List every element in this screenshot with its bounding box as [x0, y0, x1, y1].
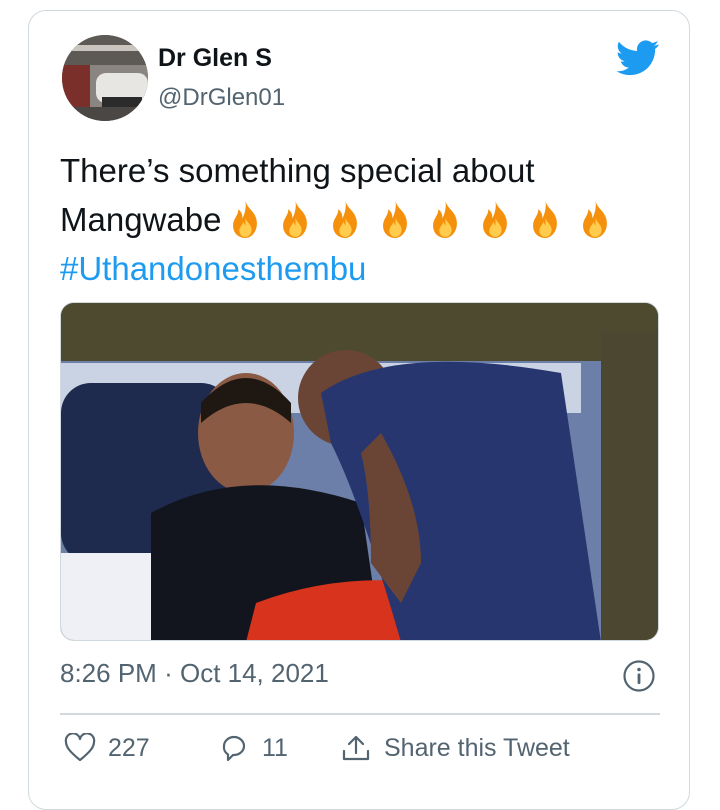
- tweet-timestamp[interactable]: 8:26 PM · Oct 14, 2021: [60, 658, 329, 689]
- tweet-text-line2: Mangwabe: [60, 195, 660, 244]
- tweet-text: There’s something special about Mangwabe…: [60, 146, 660, 293]
- reply-count: 11: [262, 733, 288, 762]
- tweet-time: 8:26 PM: [60, 658, 157, 688]
- reply-button[interactable]: 11: [218, 733, 288, 763]
- fire-emoji-row: [221, 199, 616, 240]
- fire-icon: [483, 201, 508, 238]
- fire-icon: [233, 201, 258, 238]
- reply-icon: [222, 735, 246, 762]
- twitter-bird-icon[interactable]: [616, 40, 660, 76]
- fire-icon: [383, 201, 408, 238]
- author-handle[interactable]: @DrGlen01: [158, 84, 285, 112]
- share-label: Share this Tweet: [384, 733, 570, 762]
- fire-icon: [333, 201, 358, 238]
- fire-icon: [533, 201, 558, 238]
- avatar[interactable]: [62, 35, 148, 121]
- share-tweet-button[interactable]: Share this Tweet: [340, 733, 570, 763]
- timestamp-separator: ·: [164, 658, 173, 688]
- fire-icon: [583, 201, 608, 238]
- hashtag-link[interactable]: #Uthandonesthembu: [60, 244, 660, 293]
- heart-icon: [64, 733, 96, 762]
- tweet-text-line1: There’s something special about: [60, 152, 535, 189]
- tweet-text-word: Mangwabe: [60, 201, 222, 238]
- fire-icon: [283, 201, 308, 238]
- fire-icon: [433, 201, 458, 238]
- tweet-media-image[interactable]: [60, 302, 659, 641]
- share-icon: [342, 735, 370, 761]
- author-name[interactable]: Dr Glen S: [158, 44, 272, 73]
- info-icon[interactable]: [622, 659, 656, 693]
- divider: [60, 713, 660, 715]
- like-button[interactable]: 227: [64, 733, 150, 763]
- tweet-date: Oct 14, 2021: [179, 658, 329, 688]
- like-count: 227: [108, 733, 150, 762]
